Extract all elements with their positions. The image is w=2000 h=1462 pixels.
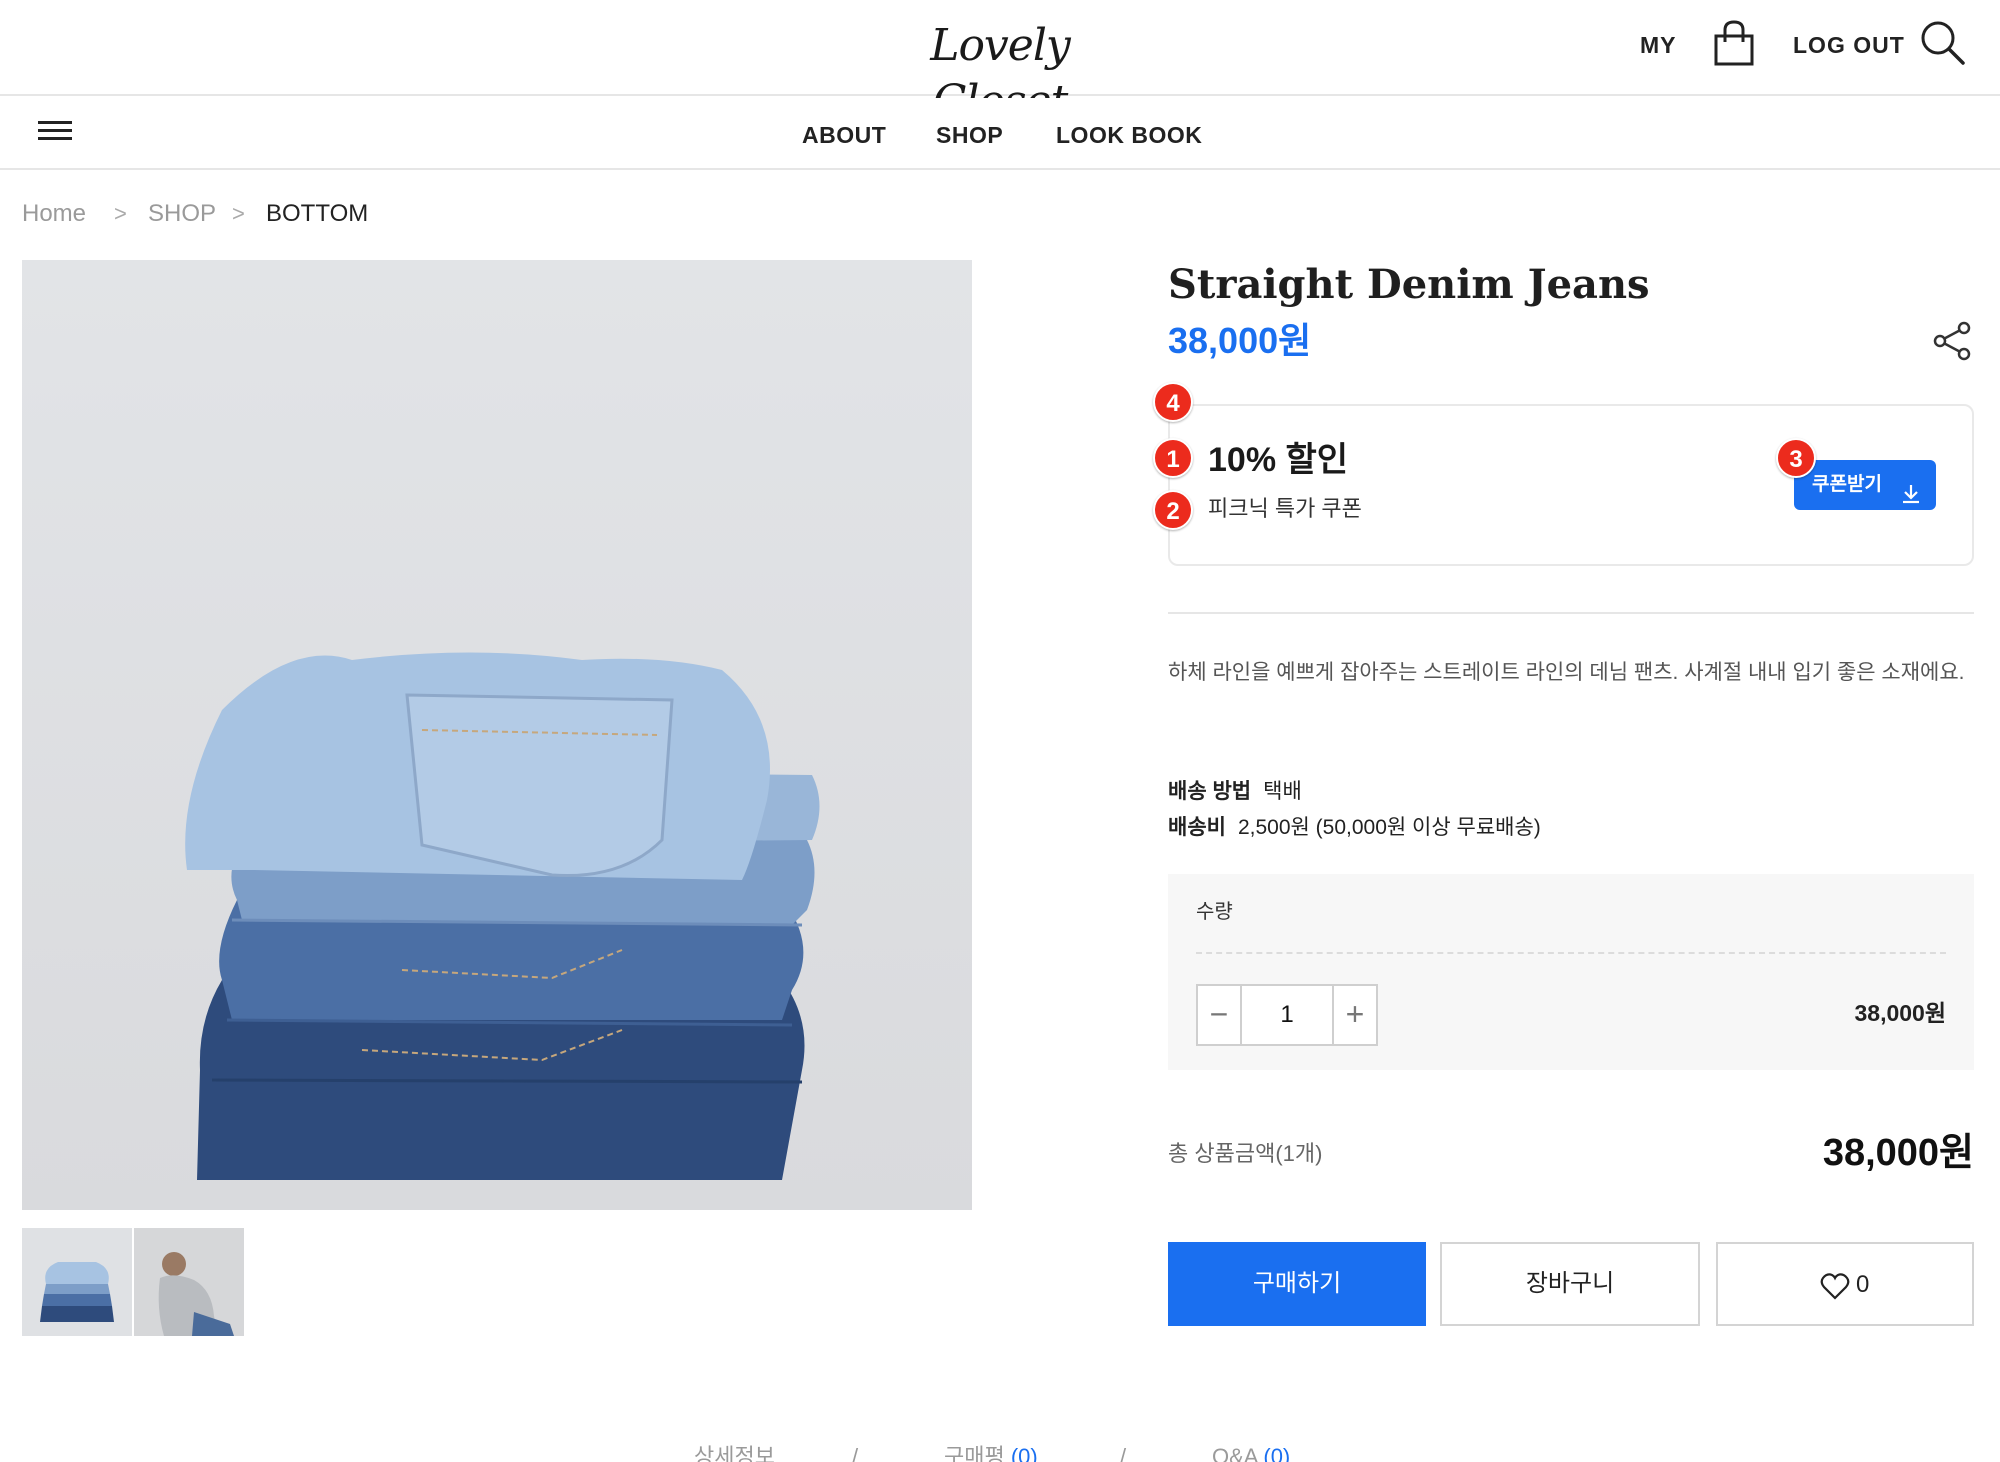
product-title: Straight Denim Jeans (1168, 261, 1650, 308)
tab-review[interactable]: 구매평 (0) (944, 1442, 1038, 1462)
like-button[interactable]: 0 (1716, 1242, 1974, 1326)
shipping-fee-row: 배송비 2,500원 (50,000원 이상 무료배송) (1168, 810, 1541, 846)
shipping-info: 배송 방법 택배 배송비 2,500원 (50,000원 이상 무료배송) (1168, 774, 1541, 846)
annotation-marker-2: 2 (1153, 490, 1193, 530)
tab-qna-count: (0) (1263, 1444, 1291, 1462)
nav-shop[interactable]: SHOP (936, 120, 1003, 150)
quantity-stepper: − 1 + (1196, 984, 1378, 1046)
quantity-decrease-button[interactable]: − (1198, 986, 1242, 1044)
coupon-description: 피크닉 특가 쿠폰 (1208, 496, 1362, 521)
search-icon[interactable] (1918, 18, 1966, 68)
shipping-fee-value: 2,500원 (50,000원 이상 무료배송) (1237, 816, 1541, 839)
brand-logo[interactable]: Lovely Closet (900, 18, 1100, 127)
heart-icon (1820, 1272, 1850, 1300)
breadcrumb-shop[interactable]: SHOP (148, 198, 216, 230)
tab-review-count: (0) (1010, 1444, 1038, 1462)
hamburger-menu-icon[interactable] (38, 116, 74, 152)
breadcrumb-separator: > (114, 201, 127, 226)
quantity-label: 수량 (1196, 901, 1233, 923)
coupon-button-label: 쿠폰받기 (1812, 474, 1882, 495)
total-price: 38,000원 (1822, 1132, 1974, 1174)
tab-qna[interactable]: Q&A (0) (1212, 1442, 1290, 1462)
breadcrumb-separator: > (232, 201, 245, 226)
tab-separator: / (1120, 1444, 1127, 1462)
coupon-discount: 10% 할인 (1208, 441, 1349, 479)
coupon-download-button[interactable]: 쿠폰받기 (1794, 460, 1936, 510)
shipping-fee-label: 배송비 (1168, 816, 1226, 839)
annotation-marker-1: 1 (1153, 438, 1193, 478)
download-icon (1900, 474, 1922, 504)
breadcrumb-current: BOTTOM (266, 200, 369, 227)
annotation-marker-4: 4 (1153, 382, 1193, 422)
quantity-increase-button[interactable]: + (1332, 986, 1376, 1044)
annotation-marker-3: 3 (1776, 438, 1816, 478)
nav-lookbook[interactable]: LOOK BOOK (1056, 120, 1202, 150)
product-main-image[interactable] (22, 260, 972, 1210)
like-count: 0 (1856, 1271, 1870, 1298)
add-to-cart-button[interactable]: 장바구니 (1440, 1242, 1700, 1326)
shipping-method-row: 배송 방법 택배 (1168, 774, 1541, 810)
tab-detail[interactable]: 상세정보 (694, 1442, 775, 1462)
quantity-input[interactable]: 1 (1244, 986, 1330, 1044)
nav-about[interactable]: ABOUT (802, 120, 886, 150)
coupon-box: 10% 할인 피크닉 특가 쿠폰 쿠폰받기 (1168, 404, 1974, 566)
shipping-method-value: 택배 (1263, 780, 1302, 803)
main-nav: ABOUT SHOP LOOK BOOK (0, 98, 2000, 170)
dashed-divider (1196, 952, 1946, 954)
divider (1168, 612, 1974, 614)
quantity-line-price: 38,000원 (1854, 1000, 1946, 1026)
product-thumbnail[interactable] (22, 1228, 132, 1336)
shopping-bag-icon[interactable] (1710, 18, 1758, 68)
product-description: 하체 라인을 예쁘게 잡아주는 스트레이트 라인의 데님 팬츠. 사계절 내내 … (1168, 661, 1965, 684)
tab-review-label: 구매평 (944, 1444, 1005, 1462)
product-thumbnail[interactable] (134, 1228, 244, 1336)
tab-separator: / (852, 1444, 859, 1462)
shipping-method-label: 배송 방법 (1168, 780, 1252, 803)
buy-now-button[interactable]: 구매하기 (1168, 1242, 1426, 1326)
top-header: Lovely Closet MY LOG OUT (0, 0, 2000, 127)
quantity-panel: 수량 − 1 + 38,000원 (1168, 874, 1974, 1070)
tab-qna-label: Q&A (1212, 1444, 1258, 1462)
product-detail-tabs: 상세정보 / 구매평 (0) / Q&A (0) (0, 1440, 2000, 1462)
my-page-link[interactable]: MY (1640, 30, 1677, 60)
logout-link[interactable]: LOG OUT (1793, 30, 1905, 60)
breadcrumb-home[interactable]: Home (22, 198, 86, 230)
total-label: 총 상품금액(1개) (1168, 1141, 1323, 1166)
share-icon[interactable] (1932, 320, 1974, 362)
product-price: 38,000원 (1168, 320, 1312, 361)
